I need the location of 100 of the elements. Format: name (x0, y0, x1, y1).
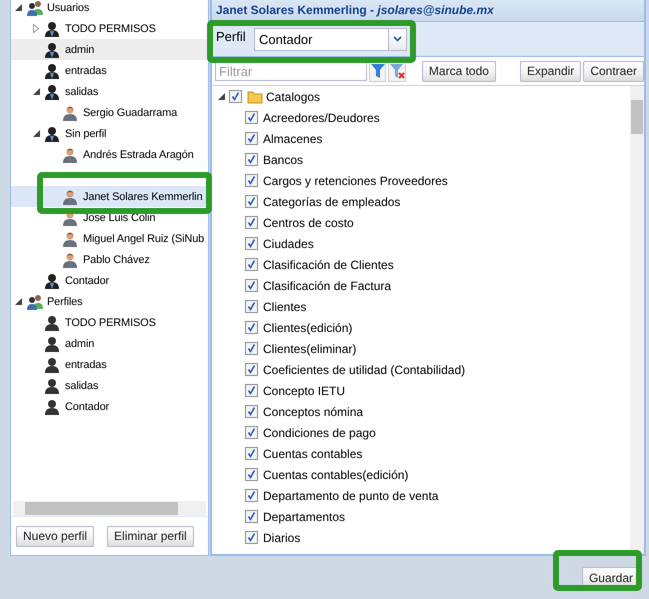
permission-label: Bancos (263, 152, 304, 166)
permission-label: Cuentas contables (263, 446, 362, 460)
checkbox[interactable] (245, 279, 258, 292)
permission-label: Acreedores/Deudores (263, 110, 380, 124)
person-icon (62, 188, 78, 204)
user-icon (44, 272, 60, 288)
toolbar-button[interactable]: Marca todo (422, 60, 496, 82)
checkbox[interactable] (245, 321, 258, 334)
checkbox[interactable] (245, 426, 258, 439)
tree-item[interactable]: Sin perfil (11, 123, 208, 144)
checkbox[interactable] (245, 216, 258, 229)
profile-dropdown[interactable]: Contador (254, 28, 407, 50)
permission-label: Diarios (263, 530, 300, 544)
checkbox[interactable] (245, 237, 258, 250)
tree-item-label: Pablo Chávez (83, 254, 150, 266)
checkbox[interactable] (245, 258, 258, 271)
tree-item[interactable]: TODO PERMISOS (11, 18, 208, 39)
checkbox[interactable] (245, 405, 258, 418)
tree-item-label: TODO PERMISOS (65, 316, 156, 328)
tree-item[interactable]: entradas (11, 60, 208, 81)
checkbox[interactable] (245, 531, 258, 544)
collapse-arrow-icon[interactable] (218, 93, 225, 100)
tree-item[interactable]: admin (11, 333, 208, 354)
tree-item-label: Sergio Guadarrama (83, 106, 178, 118)
checkbox[interactable] (245, 153, 258, 166)
permission-label: Condiciones de pago (263, 426, 376, 440)
person-icon (62, 104, 78, 120)
tree-item[interactable]: TODO PERMISOS (11, 312, 208, 333)
user-icon (44, 314, 60, 330)
filter-field[interactable]: Filtrar (215, 61, 367, 81)
checkbox[interactable] (245, 132, 258, 145)
tree-item[interactable]: Sergio Guadarrama (11, 102, 208, 123)
user-icon (44, 398, 60, 414)
tree-item-label: salidas (65, 86, 98, 98)
tree-item[interactable]: Miguel Angel Ruiz (SiNub (11, 228, 208, 249)
tree-item[interactable]: entradas (11, 354, 208, 375)
collapse-arrow-icon[interactable] (14, 4, 22, 11)
user-group-icon (26, 0, 44, 16)
checkbox[interactable] (245, 489, 258, 502)
tree-item[interactable]: Usuarios (11, 0, 208, 18)
expand-arrow-icon[interactable] (33, 24, 39, 33)
user-icon (44, 356, 60, 372)
permission-label: Clasificación de Factura (263, 278, 392, 292)
horizontal-scrollbar[interactable] (13, 501, 206, 516)
checkbox[interactable] (245, 300, 258, 313)
tree-item-label: Contador (65, 274, 110, 286)
collapse-arrow-icon[interactable] (32, 88, 40, 95)
tree-item[interactable]: salidas (11, 81, 208, 102)
tree-item[interactable]: admin (11, 39, 208, 60)
tree-item-label: Janet Solares Kemmerlin (83, 190, 202, 202)
checkbox[interactable] (229, 90, 242, 103)
tree-item-label: TODO PERMISOS (65, 22, 156, 34)
toolbar-button[interactable]: Contraer (583, 60, 644, 82)
checkbox[interactable] (245, 447, 258, 460)
person-icon (62, 146, 78, 162)
person-icon (62, 230, 78, 246)
tree-item[interactable]: Perfiles (11, 291, 208, 312)
user-group-icon (26, 294, 44, 310)
checkbox[interactable] (245, 195, 258, 208)
collapse-arrow-icon[interactable] (32, 130, 40, 137)
permission-label: Cargos y retenciones Proveedores (263, 174, 448, 188)
checkbox[interactable] (245, 468, 258, 481)
checkbox[interactable] (245, 174, 258, 187)
profile-button[interactable]: Eliminar perfil (107, 526, 194, 546)
permission-label: Almacenes (263, 132, 322, 146)
user-icon (44, 20, 60, 36)
user-icon (44, 42, 60, 58)
user-icon (44, 336, 60, 352)
vertical-scrollbar[interactable] (630, 86, 644, 554)
tree-item[interactable]: Andrés Estrada Aragón (11, 144, 208, 165)
tree-item[interactable]: Janet Solares Kemmerlin (11, 186, 208, 207)
tree-item[interactable]: Contador (11, 396, 208, 417)
folder-label: Catalogos (266, 90, 320, 104)
folder-icon (247, 90, 263, 104)
permission-label: Departamentos (263, 510, 346, 524)
tree-item[interactable]: Pablo Chávez (11, 249, 208, 270)
tree-item-label: Miguel Angel Ruiz (SiNub (83, 232, 204, 244)
tree-item-label: Andrés Estrada Aragón (83, 148, 194, 160)
panel-header: Janet Solares Kemmerling - jsolares@sinube.mx (212, 0, 644, 22)
tree-item-label: Usuarios (47, 2, 90, 14)
tree-item-label: admin (65, 44, 94, 56)
permission-label: Coeficientes de utilidad (Contabilidad) (263, 362, 466, 376)
permission-label: Centros de costo (263, 216, 354, 230)
tree-item-label: entradas (65, 358, 107, 370)
permission-label: Clientes(eliminar) (263, 342, 356, 356)
user-icon (44, 378, 60, 394)
person-icon (62, 252, 78, 268)
permission-label: Ciudades (263, 236, 314, 250)
tree-item-label: salidas (65, 380, 98, 392)
tree-item[interactable]: Contador (11, 270, 208, 291)
tree-item[interactable]: salidas (11, 375, 208, 396)
collapse-arrow-icon[interactable] (14, 298, 22, 305)
permission-label: Conceptos nómina (263, 404, 364, 418)
profile-button[interactable]: Nuevo perfil (16, 526, 94, 546)
checkbox[interactable] (245, 342, 258, 355)
checkbox[interactable] (245, 111, 258, 124)
toolbar-button[interactable]: Expandir (520, 60, 582, 82)
checkbox[interactable] (245, 510, 258, 523)
checkbox[interactable] (245, 384, 258, 397)
checkbox[interactable] (245, 363, 258, 376)
